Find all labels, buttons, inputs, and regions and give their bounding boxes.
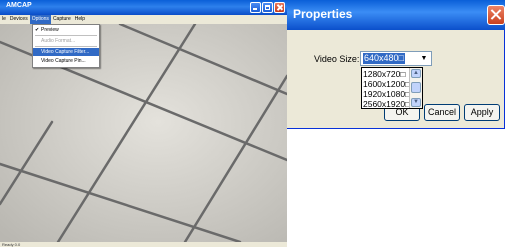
video-size-option[interactable]: 2560x1920□	[363, 99, 411, 109]
video-size-option[interactable]: 1600x1200□	[363, 79, 411, 89]
close-icon[interactable]	[274, 2, 285, 13]
video-size-option[interactable]: 1920x1080□	[363, 89, 411, 99]
amcap-caption-buttons	[250, 2, 285, 13]
video-size-option[interactable]: 1280x720□	[363, 69, 411, 79]
dialog-title: Properties	[293, 7, 353, 21]
minimize-icon[interactable]	[250, 2, 261, 13]
properties-title-bar[interactable]: Properties	[287, 0, 505, 30]
apply-button[interactable]: Apply	[464, 104, 500, 121]
amcap-title-bar[interactable]: AMCAP	[0, 0, 287, 15]
menu-item-label: Video Capture Filter...	[41, 49, 90, 55]
menu-item-audio-format: Audio Format...	[33, 37, 99, 45]
scrollbar-thumb[interactable]	[411, 82, 421, 93]
close-icon[interactable]	[487, 5, 505, 25]
menu-options[interactable]: Options	[29, 15, 51, 24]
menu-item-label: Preview	[41, 27, 59, 33]
menu-item-video-capture-filter[interactable]: Video Capture Filter...	[33, 48, 99, 56]
video-size-selected-value: 640x480□	[363, 53, 405, 64]
status-bar: Ready 0.0	[0, 242, 287, 247]
cancel-button[interactable]: Cancel	[424, 104, 460, 121]
menu-separator	[35, 35, 97, 36]
menu-item-preview[interactable]: ✔ Preview	[33, 26, 99, 34]
menu-help[interactable]: Help	[73, 15, 87, 24]
video-size-label: Video Size:	[314, 54, 360, 64]
menu-item-label: Audio Format...	[41, 38, 76, 44]
chevron-down-icon[interactable]: ▼	[418, 53, 430, 64]
menu-separator	[35, 46, 97, 47]
menu-item-label: Video Capture Pin...	[41, 58, 86, 64]
menu-item-video-capture-pin[interactable]: Video Capture Pin...	[33, 57, 99, 65]
scroll-down-icon[interactable]: ▼	[411, 98, 421, 107]
check-icon: ✔	[35, 27, 40, 33]
maximize-icon[interactable]	[262, 2, 273, 13]
amcap-window: AMCAP le Devices Options Capture Help ✔ …	[0, 0, 287, 247]
menu-devices[interactable]: Devices	[8, 15, 30, 24]
amcap-menu-bar: le Devices Options Capture Help	[0, 15, 287, 24]
menu-file[interactable]: le	[0, 15, 8, 24]
menu-capture[interactable]: Capture	[51, 15, 73, 24]
scrollbar[interactable]: ▲ ▼	[409, 68, 422, 108]
video-size-options-list: 1280x720□ 1600x1200□ 1920x1080□ 2560x192…	[361, 67, 423, 109]
scroll-up-icon[interactable]: ▲	[411, 69, 421, 78]
video-size-select[interactable]: 640x480□ ▼	[360, 51, 432, 66]
options-menu-dropdown: ✔ Preview Audio Format... Video Capture …	[32, 24, 100, 68]
amcap-window-title: AMCAP	[6, 2, 32, 9]
properties-dialog: Properties Video Size: 640x480□ ▼ OK Can…	[287, 0, 505, 129]
